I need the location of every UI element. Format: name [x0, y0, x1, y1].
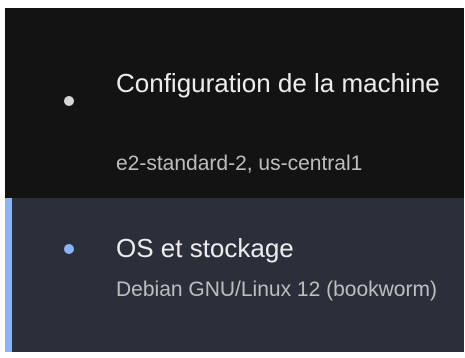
bullet-dot-icon	[64, 96, 74, 106]
bullet-dot-icon	[64, 244, 74, 254]
step-subtitle: e2-standard-2, us-central1	[116, 152, 363, 175]
steps-panel: Configuration de la machine e2-standard-…	[5, 8, 464, 352]
active-step-indicator	[5, 198, 12, 352]
step-os-and-storage[interactable]: OS et stockage Debian GNU/Linux 12 (book…	[5, 198, 464, 352]
step-title: Configuration de la machine	[116, 68, 440, 98]
step-title: OS et stockage	[116, 233, 294, 263]
step-machine-configuration[interactable]: Configuration de la machine e2-standard-…	[5, 8, 464, 198]
step-subtitle: Debian GNU/Linux 12 (bookworm)	[116, 278, 437, 301]
